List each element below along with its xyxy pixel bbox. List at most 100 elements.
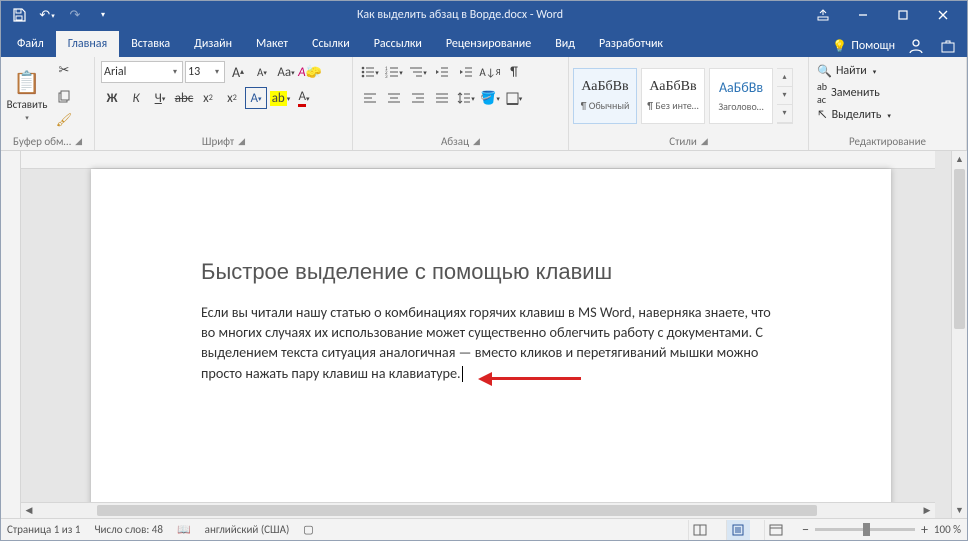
ribbon-options-icon[interactable]	[803, 1, 843, 29]
paste-button[interactable]: 📋 Вставить ▾	[5, 63, 49, 129]
print-layout-button[interactable]	[726, 520, 750, 540]
close-button[interactable]	[923, 1, 963, 29]
word-app-window: ↶▾ ↷ ▾ Как выделить абзац в Ворде.docx -…	[0, 0, 968, 541]
borders-button[interactable]: ▾	[503, 87, 525, 109]
search-icon: 🔍	[817, 64, 832, 79]
clear-format-button[interactable]: A🧽	[299, 61, 321, 83]
decrease-indent-button[interactable]	[431, 61, 453, 83]
tab-design[interactable]: Дизайн	[182, 31, 244, 57]
zoom-slider-thumb[interactable]	[863, 523, 870, 536]
format-painter-button[interactable]: 🖌	[53, 110, 75, 132]
strike-button[interactable]: abc	[173, 87, 195, 109]
status-word-count[interactable]: Число слов: 48	[94, 523, 163, 536]
web-layout-button[interactable]	[764, 520, 788, 540]
horizontal-scrollbar[interactable]: ◀ ▶	[21, 502, 935, 518]
dialog-launcher-icon[interactable]: ◢	[473, 136, 480, 147]
text-effects-button[interactable]: A▾	[245, 87, 267, 109]
style-normal[interactable]: АаБбВв ¶ Обычный	[573, 68, 637, 124]
brush-icon: 🖌	[56, 113, 73, 128]
vertical-ruler[interactable]	[1, 151, 21, 518]
show-marks-button[interactable]: ¶	[503, 61, 525, 83]
zoom-slider[interactable]	[815, 528, 915, 531]
styles-gallery-more[interactable]: ▴▾▾	[777, 68, 793, 124]
dialog-launcher-icon[interactable]: ◢	[75, 136, 82, 147]
scroll-up-icon[interactable]: ▲	[952, 151, 967, 167]
increase-indent-button[interactable]	[455, 61, 477, 83]
zoom-level[interactable]: 100 %	[934, 523, 961, 536]
scroll-down-icon[interactable]: ▼	[952, 502, 967, 518]
cut-button[interactable]: ✂	[53, 60, 75, 82]
tab-view[interactable]: Вид	[543, 31, 587, 57]
find-button[interactable]: 🔍Найти▾	[817, 61, 876, 81]
tell-me[interactable]: 💡 Помощн	[832, 39, 895, 54]
numbering-button[interactable]: 123▾	[383, 61, 405, 83]
qat-customize-icon[interactable]: ▾	[93, 5, 113, 25]
hscroll-thumb[interactable]	[97, 505, 817, 516]
bold-button[interactable]: Ж	[101, 87, 123, 109]
sort-button[interactable]: A↓Я	[479, 61, 501, 83]
tab-file[interactable]: Файл	[5, 31, 56, 57]
status-page[interactable]: Страница 1 из 1	[7, 523, 80, 536]
dialog-launcher-icon[interactable]: ◢	[701, 136, 708, 147]
change-case-button[interactable]: Aa▾	[275, 61, 297, 83]
share-icon[interactable]	[937, 35, 959, 57]
group-paragraph: ▾ 123▾ ▾ A↓Я ¶ ▾ 🪣▾ ▾ А	[353, 57, 569, 150]
read-mode-button[interactable]	[688, 520, 712, 540]
grow-font-button[interactable]: A▴	[227, 61, 249, 83]
shrink-font-button[interactable]: A▾	[251, 61, 273, 83]
font-name-combo[interactable]: Arial▾	[101, 61, 183, 83]
bulb-icon: 💡	[832, 39, 847, 54]
tab-mailings[interactable]: Рассылки	[362, 31, 434, 57]
redo-icon[interactable]: ↷	[65, 5, 85, 25]
replace-button[interactable]: abacЗаменить	[817, 83, 880, 103]
save-icon[interactable]	[9, 5, 29, 25]
font-color-button[interactable]: A▾	[293, 87, 315, 109]
italic-button[interactable]: К	[125, 87, 147, 109]
subscript-button[interactable]: x2	[197, 87, 219, 109]
tab-home[interactable]: Главная	[56, 31, 119, 57]
horizontal-ruler[interactable]	[21, 151, 935, 169]
shading-button[interactable]: 🪣▾	[479, 87, 501, 109]
account-icon[interactable]	[905, 35, 927, 57]
zoom-in-button[interactable]: +	[921, 521, 928, 538]
tell-me-label: Помощн	[851, 39, 895, 53]
style-heading1[interactable]: АаБбВв Заголово…	[709, 68, 773, 124]
align-left-button[interactable]	[359, 87, 381, 109]
bullets-button[interactable]: ▾	[359, 61, 381, 83]
group-editing-label: Редактирование	[849, 135, 926, 148]
tab-insert[interactable]: Вставка	[119, 31, 182, 57]
multilevel-button[interactable]: ▾	[407, 61, 429, 83]
tab-review[interactable]: Рецензирование	[434, 31, 543, 57]
superscript-button[interactable]: x2	[221, 87, 243, 109]
vertical-scrollbar[interactable]: ▲ ▼	[951, 151, 967, 518]
vscroll-thumb[interactable]	[954, 169, 965, 329]
scroll-left-icon[interactable]: ◀	[21, 503, 37, 518]
svg-text:3: 3	[385, 74, 388, 78]
proofing-icon[interactable]: 📖	[177, 523, 191, 536]
status-language[interactable]: английский (США)	[205, 523, 290, 536]
minimize-button[interactable]	[843, 1, 883, 29]
justify-button[interactable]	[431, 87, 453, 109]
document-page[interactable]: Быстрое выделение с помощью клавиш Если …	[91, 169, 891, 518]
scroll-right-icon[interactable]: ▶	[919, 503, 935, 518]
tab-references[interactable]: Ссылки	[300, 31, 362, 57]
font-size-combo[interactable]: 13▾	[185, 61, 225, 83]
align-center-button[interactable]	[383, 87, 405, 109]
line-spacing-button[interactable]: ▾	[455, 87, 477, 109]
macro-icon[interactable]: ▢	[303, 523, 313, 536]
undo-icon[interactable]: ↶▾	[37, 5, 57, 25]
zoom-out-button[interactable]: −	[802, 521, 809, 538]
tab-layout[interactable]: Макет	[244, 31, 300, 57]
align-right-button[interactable]	[407, 87, 429, 109]
dialog-launcher-icon[interactable]: ◢	[238, 136, 245, 147]
clipboard-icon: 📋	[13, 69, 40, 96]
copy-button[interactable]	[53, 85, 75, 107]
maximize-button[interactable]	[883, 1, 923, 29]
window-title: Как выделить абзац в Ворде.docx - Word	[117, 8, 803, 22]
highlight-button[interactable]: ab▾	[269, 87, 291, 109]
select-button[interactable]: ↖Выделить▾	[817, 105, 891, 125]
group-paragraph-label: Абзац	[441, 135, 469, 148]
style-no-spacing[interactable]: АаБбВв ¶ Без инте…	[641, 68, 705, 124]
underline-button[interactable]: Ч▾	[149, 87, 171, 109]
tab-developer[interactable]: Разработчик	[587, 31, 675, 57]
